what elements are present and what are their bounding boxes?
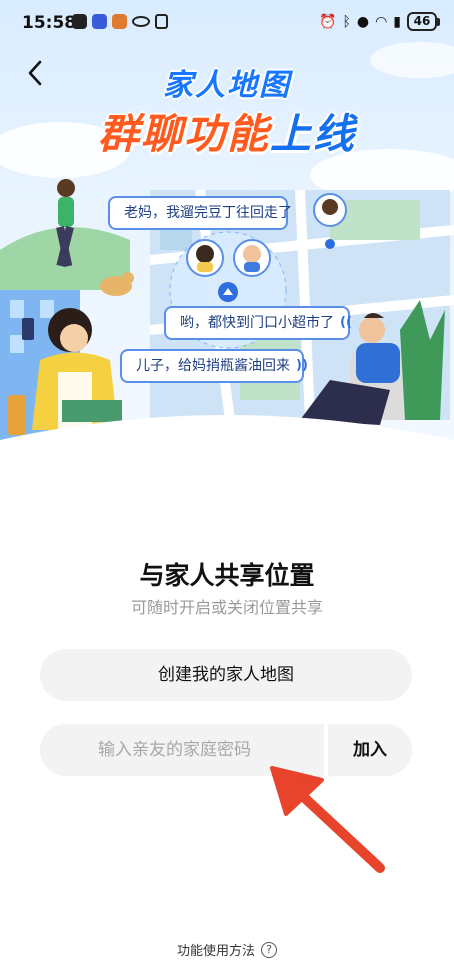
camera-app-icon xyxy=(72,14,87,29)
chevron-left-icon xyxy=(28,60,42,86)
nfc-icon xyxy=(155,14,168,29)
battery-level: 46 xyxy=(407,12,437,31)
voice-wave-icon: (( xyxy=(340,315,352,330)
chat-bubble: 儿子，给妈捎瓶酱油回来 )) xyxy=(120,349,308,383)
red-arrow-annotation xyxy=(270,766,385,873)
chat-bubble: 老妈，我遛完豆丁往回走了 xyxy=(108,196,292,230)
hero-title-line1: 家人地图 xyxy=(163,68,291,103)
hero-title-line2-part2: 上线 xyxy=(270,110,356,158)
page-title: 与家人共享位置 xyxy=(139,561,315,590)
bluetooth-icon: ᛒ xyxy=(342,13,351,30)
create-family-map-button[interactable]: 创建我的家人地图 xyxy=(40,649,412,701)
hero-title-line2: 群聊功能上线 xyxy=(0,100,454,160)
help-link-label: 功能使用方法 xyxy=(176,944,255,959)
battery-icon: 46 xyxy=(407,12,440,31)
hero-banner: 15:58 ⏰ ᛒ ● ◠ ▮ 46 家人地图 群聊功能上线 老妈，我遛完豆丁往… xyxy=(0,0,454,455)
signal-icon: ▮ xyxy=(393,13,401,30)
hero-title-line2-part1: 群聊功能 xyxy=(98,110,270,158)
alarm-icon: ⏰ xyxy=(319,13,337,30)
orange-app-icon xyxy=(112,14,127,29)
bluetooth-app-icon xyxy=(92,14,107,29)
question-icon: ? xyxy=(261,941,277,958)
status-bar: 15:58 ⏰ ᛒ ● ◠ ▮ 46 xyxy=(0,0,454,46)
chat-bubble-text: 老妈，我遛完豆丁往回走了 xyxy=(124,205,292,221)
page-subtitle: 可随时开启或关闭位置共享 xyxy=(130,598,323,617)
eye-icon xyxy=(132,16,150,27)
location-icon: ● xyxy=(356,13,370,30)
wifi-icon: ◠ xyxy=(375,13,388,30)
chat-bubble-text: 儿子，给妈捎瓶酱油回来 xyxy=(136,358,290,374)
chat-bubble: 哟，都快到门口小超市了 (( xyxy=(164,306,352,340)
chat-bubble-text: 哟，都快到门口小超市了 xyxy=(180,315,334,331)
help-link[interactable]: 功能使用方法 ? xyxy=(0,940,454,959)
voice-wave-icon: )) xyxy=(296,358,308,373)
status-time: 15:58 xyxy=(22,13,77,33)
back-button[interactable] xyxy=(18,56,52,90)
